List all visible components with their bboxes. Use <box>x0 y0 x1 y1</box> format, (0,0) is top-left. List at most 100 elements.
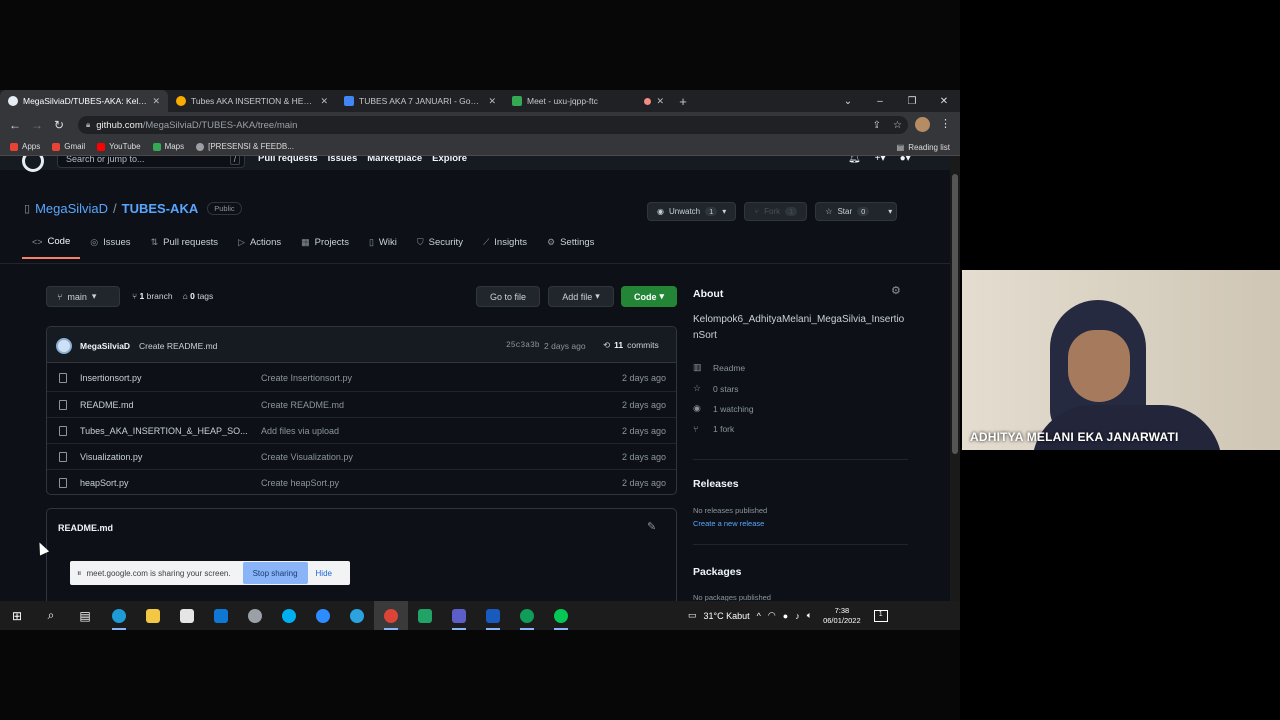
tags-link[interactable]: ⌂ 0 tags <box>183 291 214 301</box>
drag-handle-icon[interactable]: ⏸︎ <box>77 568 82 579</box>
tab-pull-requests[interactable]: ⇅ Pull requests <box>141 232 228 259</box>
start-button[interactable]: ⊞ <box>0 601 34 630</box>
commit-sha[interactable]: 25c3a3b <box>506 341 540 350</box>
file-name[interactable]: heapSort.py <box>80 478 250 488</box>
tab-settings[interactable]: ⚙ Settings <box>537 232 604 259</box>
reading-list-button[interactable]: ▤ Reading list <box>897 138 950 156</box>
tab-projects[interactable]: ▦ Projects <box>291 232 359 259</box>
tab-meet[interactable]: Meet - uxu-jqpp-ftc ✕ <box>504 90 672 112</box>
tab-wiki[interactable]: ▯ Wiki <box>359 232 407 259</box>
go-to-file-button[interactable]: Go to file <box>476 286 540 307</box>
taskbar-explorer[interactable] <box>136 601 170 630</box>
file-commit-message[interactable]: Create heapSort.py <box>261 478 339 488</box>
taskbar-line[interactable] <box>544 601 578 630</box>
address-bar[interactable]: 🔒︎ github.com/MegaSilviaD/TUBES-AKA/tree… <box>78 116 908 134</box>
chevron-up-icon[interactable]: ^ <box>757 611 761 621</box>
nav-issues[interactable]: Issues <box>328 156 358 164</box>
tab-insights[interactable]: ⟋ Insights <box>473 232 537 259</box>
tab-colab[interactable]: Tubes AKA INSERTION & HEAP S ✕ <box>168 90 336 112</box>
code-button[interactable]: Code ▾ <box>621 286 677 307</box>
weather-icon[interactable]: ▭ <box>688 610 697 621</box>
edit-pencil-icon[interactable]: ✎ <box>647 520 656 533</box>
branch-selector[interactable]: ⑂ main ▾ <box>46 286 120 307</box>
repo-owner-link[interactable]: MegaSilviaD <box>35 201 108 216</box>
bookmark-presensi[interactable]: [PRESENSI & FEEDB... <box>196 142 294 151</box>
taskbar-edge[interactable] <box>102 601 136 630</box>
bookmark-youtube[interactable]: YouTube <box>97 142 141 151</box>
tab-issues[interactable]: ◎ Issues <box>80 232 140 259</box>
taskbar-mail[interactable] <box>204 601 238 630</box>
minimize-button[interactable]: – <box>864 96 896 107</box>
taskbar-people[interactable] <box>238 601 272 630</box>
microphone-icon[interactable]: ♪ <box>795 611 800 621</box>
nav-explore[interactable]: Explore <box>432 156 467 164</box>
taskbar-word[interactable] <box>476 601 510 630</box>
restore-button[interactable]: ❐ <box>896 96 928 107</box>
close-tab-icon[interactable]: ✕ <box>656 96 664 107</box>
new-tab-button[interactable]: + <box>672 94 694 109</box>
scrollbar[interactable] <box>950 156 960 601</box>
file-name[interactable]: Visualization.py <box>80 452 250 462</box>
create-release-link[interactable]: Create a new release <box>693 519 764 528</box>
profile-avatar[interactable] <box>915 117 930 132</box>
tab-security[interactable]: ⛉ Security <box>407 232 473 259</box>
taskbar-telegram[interactable] <box>340 601 374 630</box>
taskbar-excel-app[interactable] <box>408 601 442 630</box>
bookmark-maps[interactable]: Maps <box>152 142 184 151</box>
weather-text[interactable]: 31°C Kabut <box>704 611 750 621</box>
stop-sharing-button[interactable]: Stop sharing <box>242 562 308 584</box>
file-commit-message[interactable]: Create Visualization.py <box>261 452 353 462</box>
scrollbar-thumb[interactable] <box>952 174 958 454</box>
hide-button[interactable]: Hide <box>316 569 332 578</box>
file-commit-message[interactable]: Add files via upload <box>261 426 339 436</box>
repo-name-link[interactable]: TUBES-AKA <box>122 201 199 216</box>
notifications-bell-icon[interactable]: 🔔︎ <box>848 156 861 164</box>
taskbar-store[interactable] <box>170 601 204 630</box>
close-tab-icon[interactable]: ✕ <box>320 96 328 107</box>
tab-search-icon[interactable]: ⌄ <box>832 96 864 107</box>
commit-author[interactable]: MegaSilviaD <box>80 341 130 351</box>
taskbar-zoom[interactable] <box>306 601 340 630</box>
table-row[interactable]: heapSort.py Create heapSort.py 2 days ag… <box>47 469 676 494</box>
search-button[interactable]: ⌕ <box>34 601 68 630</box>
task-view-button[interactable]: ▤ <box>68 601 102 630</box>
taskbar-skype[interactable] <box>272 601 306 630</box>
bookmark-gmail[interactable]: Gmail <box>52 142 85 151</box>
commits-link[interactable]: ⟲ 11 commits <box>603 340 659 351</box>
tab-code[interactable]: <> Code <box>22 232 81 259</box>
close-tab-icon[interactable]: ✕ <box>152 96 160 107</box>
forward-button[interactable]: → <box>26 118 48 132</box>
tab-google-docs[interactable]: TUBES AKA 7 JANUARI - Google ✕ <box>336 90 504 112</box>
tab-actions[interactable]: ▷ Actions <box>228 232 291 259</box>
taskbar-chrome-2[interactable] <box>510 601 544 630</box>
readme-title[interactable]: README.md <box>58 523 113 533</box>
table-row[interactable]: Insertionsort.py Create Insertionsort.py… <box>47 365 676 391</box>
about-forks[interactable]: ⑂ 1 fork <box>693 424 734 434</box>
table-row[interactable]: README.md Create README.md 2 days ago <box>47 391 676 417</box>
notification-center-icon[interactable]: 1 <box>873 609 888 622</box>
network-icon[interactable]: ◠ <box>768 610 776 621</box>
about-readme[interactable]: ▥ Readme <box>693 362 745 373</box>
gear-icon[interactable]: ⚙ <box>891 284 901 297</box>
close-tab-icon[interactable]: ✕ <box>488 96 496 107</box>
table-row[interactable]: Visualization.py Create Visualization.py… <box>47 443 676 469</box>
share-icon[interactable]: ⇪ <box>873 120 881 131</box>
fork-button[interactable]: ⑂ Fork 1 <box>744 202 808 221</box>
releases-title[interactable]: Releases <box>693 478 739 490</box>
star-button[interactable]: ☆ Star 0 ▾ <box>815 202 898 221</box>
table-row[interactable]: Tubes_AKA_INSERTION_&_HEAP_SO... Add fil… <box>47 417 676 443</box>
taskbar-chrome[interactable] <box>374 601 408 630</box>
chrome-menu-icon[interactable]: ⋮ <box>940 117 951 130</box>
add-file-button[interactable]: Add file ▾ <box>548 286 614 307</box>
branches-link[interactable]: ⑂ 1 branch <box>132 291 173 301</box>
commit-message[interactable]: Create README.md <box>139 341 217 351</box>
file-name[interactable]: Tubes_AKA_INSERTION_&_HEAP_SO... <box>80 426 250 436</box>
file-commit-message[interactable]: Create README.md <box>261 400 344 410</box>
back-button[interactable]: ← <box>4 118 26 132</box>
packages-title[interactable]: Packages <box>693 566 741 578</box>
user-avatar-icon[interactable]: ●▾ <box>900 156 911 164</box>
file-commit-message[interactable]: Create Insertionsort.py <box>261 373 352 383</box>
taskbar-teams[interactable] <box>442 601 476 630</box>
meet-tray-icon[interactable]: ● <box>783 611 788 621</box>
bookmark-apps[interactable]: Apps <box>10 142 40 151</box>
